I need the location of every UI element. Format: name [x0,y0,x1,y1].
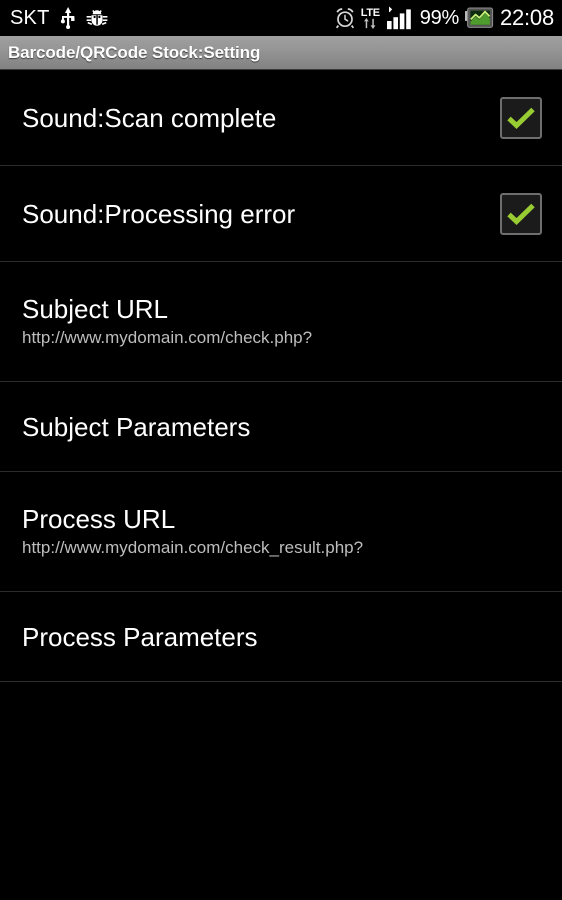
checkbox-sound-scan-complete[interactable] [500,96,542,139]
status-bar-right: LTE 99% 22:08 [334,6,554,30]
preference-texts: Sound:Processing error [22,199,295,229]
carrier-label: SKT [10,7,50,29]
battery-percent-label: 99% [419,7,459,29]
network-type-indicator: LTE [360,6,380,29]
preference-title: Sound:Processing error [22,198,296,229]
data-transfer-arrows-icon [363,17,377,29]
preference-row-sound-scan-complete[interactable]: Sound:Scan complete [0,70,562,166]
preference-summary: http://www.mydomain.com/check.php? [22,328,313,347]
app-root: SKT LTE 99% 22:08 Barcode/QRCode Stock:S… [0,0,562,900]
page-title: Barcode/QRCode Stock:Setting [8,42,261,62]
checkmark-icon [506,106,536,130]
checkmark-icon [506,202,536,226]
usb-icon [59,7,77,29]
preference-summary: http://www.mydomain.com/check_result.php… [22,538,364,557]
preference-texts: Subject Parameters [22,412,250,442]
signal-bars-icon [385,6,415,30]
android-debug-bug-icon [86,8,108,28]
preference-title: Process URL [22,504,176,534]
preference-texts: Process URL http://www.mydomain.com/chec… [22,504,363,559]
preference-title: Subject URL [22,294,168,324]
empty-list-area [0,682,562,900]
preference-list: Sound:Scan complete Sound:Processing err… [0,70,562,682]
preference-row-subject-parameters[interactable]: Subject Parameters [0,382,562,472]
preference-row-process-url[interactable]: Process URL http://www.mydomain.com/chec… [0,472,562,592]
preference-title: Sound:Scan complete [22,102,277,133]
status-bar: SKT LTE 99% 22:08 [0,0,562,36]
battery-charging-icon [464,7,494,29]
checkbox-sound-processing-error[interactable] [500,192,542,235]
status-bar-left: SKT [10,7,108,29]
preference-row-process-parameters[interactable]: Process Parameters [0,592,562,682]
preference-title: Subject Parameters [22,411,251,442]
preference-texts: Process Parameters [22,622,258,652]
preference-row-subject-url[interactable]: Subject URL http://www.mydomain.com/chec… [0,262,562,382]
title-bar: Barcode/QRCode Stock:Setting [0,36,562,70]
network-type-label: LTE [360,6,380,19]
preference-row-sound-processing-error[interactable]: Sound:Processing error [0,166,562,262]
alarm-clock-icon [334,7,356,29]
clock-label: 22:08 [499,5,554,30]
preference-texts: Sound:Scan complete [22,103,276,133]
preference-texts: Subject URL http://www.mydomain.com/chec… [22,294,312,349]
preference-title: Process Parameters [22,621,258,652]
